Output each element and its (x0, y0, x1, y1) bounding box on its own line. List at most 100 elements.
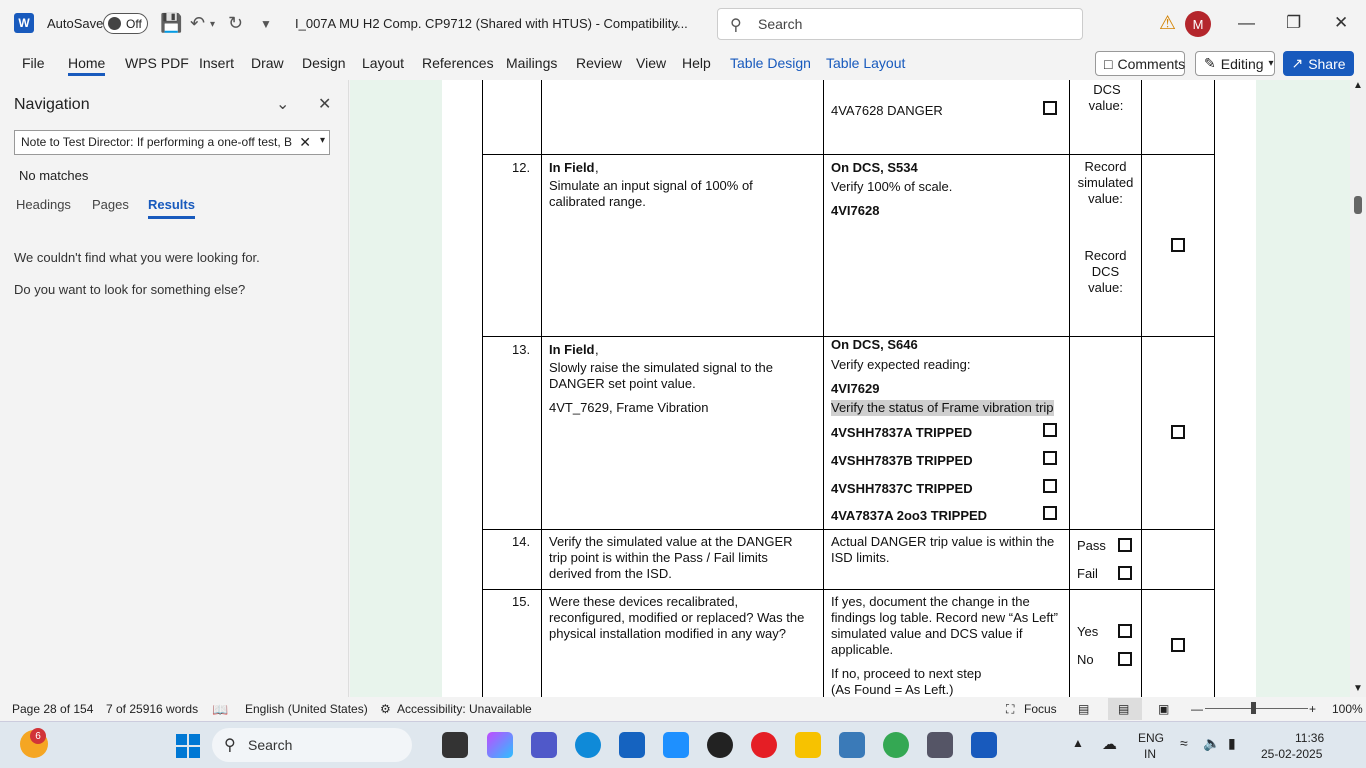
read-mode-icon[interactable]: ▤ (1078, 702, 1089, 716)
zoom-level[interactable]: 100% (1332, 702, 1363, 716)
accessibility-icon[interactable]: ⚙ (380, 702, 391, 716)
comments-button[interactable]: □ Comments (1095, 51, 1185, 76)
close-icon[interactable]: ✕ (1334, 13, 1348, 33)
checkbox[interactable] (1171, 238, 1185, 252)
nav-options-chevron-icon[interactable]: ⌄ (276, 94, 289, 114)
print-layout-icon[interactable]: ▤ (1108, 698, 1142, 720)
chrome-icon[interactable] (883, 732, 909, 758)
share-button[interactable]: ↗ Share (1283, 51, 1354, 76)
scrollbar-thumb[interactable] (1354, 196, 1362, 214)
search-box[interactable]: ⚲ Search (717, 8, 1083, 40)
battery-icon[interactable]: ▮ (1228, 735, 1236, 752)
checkbox[interactable] (1043, 423, 1057, 437)
tab-mailings[interactable]: Mailings (506, 55, 557, 71)
teams-icon[interactable] (531, 732, 557, 758)
taskbar-search[interactable]: ⚲ Search (212, 728, 412, 762)
selected-text[interactable]: Verify the status of Frame vibration tri… (831, 400, 1054, 416)
document-page[interactable]: 4VA7628 DANGER DCS value: 12. In Field, … (442, 80, 1256, 697)
page-count[interactable]: Page 28 of 154 (12, 702, 93, 716)
volume-icon[interactable]: 🔈 (1203, 735, 1220, 752)
minimize-icon[interactable]: — (1238, 13, 1255, 33)
tab-design[interactable]: Design (302, 55, 346, 71)
edge-icon[interactable] (575, 732, 601, 758)
autosave-toggle[interactable]: Off (103, 13, 148, 34)
copilot-icon[interactable] (487, 732, 513, 758)
pass-checkbox[interactable] (1118, 538, 1132, 552)
avatar[interactable]: M (1185, 11, 1211, 37)
tab-view[interactable]: View (636, 55, 666, 71)
zoom-slider[interactable] (1205, 708, 1308, 709)
zoom-in-icon[interactable]: + (1309, 702, 1316, 716)
tab-help[interactable]: Help (682, 55, 711, 71)
table-border (823, 80, 824, 697)
tab-file[interactable]: File (22, 55, 45, 71)
tray-chevron-up-icon[interactable]: ▲ (1072, 736, 1084, 750)
scroll-down-icon[interactable]: ▼ (1353, 683, 1363, 694)
clear-search-icon[interactable]: ✕ (299, 134, 311, 151)
save-icon[interactable]: 💾 (160, 13, 182, 34)
tab-layout[interactable]: Layout (362, 55, 404, 71)
yes-checkbox[interactable] (1118, 624, 1132, 638)
checkbox[interactable] (1043, 506, 1057, 520)
checkbox[interactable] (1171, 638, 1185, 652)
search-options-icon[interactable]: ▾ (320, 135, 325, 146)
app-icon[interactable] (927, 732, 953, 758)
zoom-slider-thumb[interactable] (1251, 702, 1256, 714)
accessibility-status[interactable]: Accessibility: Unavailable (397, 702, 532, 716)
nav-search-input[interactable]: Note to Test Director: If performing a o… (14, 130, 330, 155)
restore-icon[interactable]: ❐ (1286, 13, 1301, 33)
undo-dropdown-icon[interactable]: ▾ (210, 19, 215, 30)
table-border (482, 529, 1215, 530)
proofing-icon[interactable]: 📖 (212, 702, 228, 718)
tab-insert[interactable]: Insert (199, 55, 234, 71)
checkbox[interactable] (1171, 425, 1185, 439)
tab-draw[interactable]: Draw (251, 55, 284, 71)
undo-icon[interactable]: ↶ (190, 13, 205, 34)
power-automate-icon[interactable] (663, 732, 689, 758)
tab-wps-pdf[interactable]: WPS PDF (125, 55, 189, 71)
wifi-icon[interactable]: ≈ (1180, 735, 1188, 751)
scroll-up-icon[interactable]: ▲ (1353, 80, 1363, 91)
focus-button[interactable]: Focus (1024, 702, 1057, 716)
nav-close-icon[interactable]: ✕ (318, 94, 331, 114)
document-title[interactable]: I_007A MU H2 Comp. CP9712 (Shared with H… (295, 16, 688, 31)
language-region[interactable]: IN (1144, 747, 1156, 761)
clock-time[interactable]: 11:36 (1295, 731, 1324, 745)
editing-button[interactable]: ✎ Editing ▾ (1195, 51, 1275, 76)
checkbox[interactable] (1043, 101, 1057, 115)
file-explorer-icon[interactable] (795, 732, 821, 758)
task-view-icon[interactable] (442, 732, 468, 758)
word-taskbar-icon[interactable] (971, 732, 997, 758)
word-count[interactable]: 7 of 25916 words (106, 702, 198, 716)
photos-icon[interactable] (839, 732, 865, 758)
tab-table-design[interactable]: Table Design (730, 55, 811, 71)
title-chevron-down-icon[interactable]: ⌄ (670, 16, 681, 32)
language[interactable]: English (United States) (245, 702, 368, 716)
nav-tab-results[interactable]: Results (148, 197, 195, 219)
opera-icon[interactable] (751, 732, 777, 758)
language-code[interactable]: ENG (1138, 731, 1164, 745)
network-status-icon[interactable]: ☁ (1102, 735, 1117, 753)
nav-tab-headings[interactable]: Headings (16, 197, 71, 212)
nav-message-2: Do you want to look for something else? (14, 282, 246, 297)
clock-date[interactable]: 25-02-2025 (1261, 747, 1322, 761)
nav-tab-pages[interactable]: Pages (92, 197, 129, 212)
warning-icon[interactable]: ⚠ (1159, 12, 1176, 35)
store-icon[interactable] (619, 732, 645, 758)
zoom-out-icon[interactable]: — (1191, 702, 1203, 716)
tab-home[interactable]: Home (68, 55, 106, 76)
fail-checkbox[interactable] (1118, 566, 1132, 580)
tab-references[interactable]: References (422, 55, 494, 71)
checkbox[interactable] (1043, 451, 1057, 465)
tab-table-layout[interactable]: Table Layout (826, 55, 905, 71)
no-checkbox[interactable] (1118, 652, 1132, 666)
checkbox[interactable] (1043, 479, 1057, 493)
customize-qat-icon[interactable]: ▼ (260, 17, 272, 31)
tab-review[interactable]: Review (576, 55, 622, 71)
dell-icon[interactable] (707, 732, 733, 758)
web-layout-icon[interactable]: ▣ (1158, 702, 1169, 716)
focus-icon[interactable]: ⛶ (1006, 702, 1014, 717)
vertical-scrollbar[interactable]: ▲ ▼ (1350, 80, 1366, 697)
start-button-icon[interactable] (176, 734, 200, 758)
redo-icon[interactable]: ↻ (228, 13, 243, 34)
